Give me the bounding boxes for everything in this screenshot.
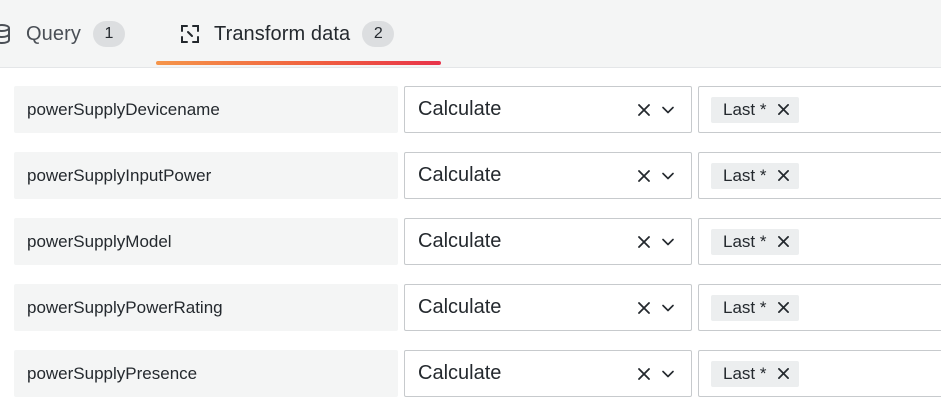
reducer-chip-label: Last * [723, 231, 767, 251]
field-name-label: powerSupplyModel [14, 218, 398, 265]
reducer-multiselect[interactable]: Last * [698, 350, 941, 397]
reducer-multiselect[interactable]: Last * [698, 86, 941, 133]
tab-bar: Query 1 Transform data 2 [0, 0, 941, 68]
reducer-chip-label: Last * [723, 363, 767, 383]
reducer-chip: Last * [711, 162, 800, 189]
transform-row: powerSupplyInputPower Calculate Last * [0, 152, 941, 218]
reducer-chip: Last * [711, 96, 800, 123]
reducer-chip: Last * [711, 360, 800, 387]
remove-chip-icon[interactable] [775, 300, 791, 316]
remove-chip-icon[interactable] [775, 102, 791, 118]
active-tab-indicator [156, 61, 441, 65]
calculation-mode-select[interactable]: Calculate [404, 218, 692, 265]
reducer-chip: Last * [711, 294, 800, 321]
remove-chip-icon[interactable] [775, 234, 791, 250]
clear-icon[interactable] [636, 168, 652, 184]
transform-rows: powerSupplyDevicename Calculate Last * p… [0, 86, 941, 405]
chevron-down-icon[interactable] [660, 234, 676, 250]
calculation-mode-select[interactable]: Calculate [404, 350, 692, 397]
reducer-chip-label: Last * [723, 297, 767, 317]
reducer-chip-label: Last * [723, 99, 767, 119]
clear-icon[interactable] [636, 300, 652, 316]
chevron-down-icon[interactable] [660, 102, 676, 118]
field-name-label: powerSupplyDevicename [14, 86, 398, 133]
field-name-label: powerSupplyPresence [14, 350, 398, 397]
clear-icon[interactable] [636, 102, 652, 118]
reducer-multiselect[interactable]: Last * [698, 284, 941, 331]
reducer-multiselect[interactable]: Last * [698, 218, 941, 265]
clear-icon[interactable] [636, 234, 652, 250]
tab-query[interactable]: Query 1 [0, 0, 125, 68]
reducer-multiselect[interactable]: Last * [698, 152, 941, 199]
transform-row: powerSupplyModel Calculate Last * [0, 218, 941, 284]
calculation-mode-select[interactable]: Calculate [404, 284, 692, 331]
tab-transform-data[interactable]: Transform data 2 [180, 0, 395, 68]
calculation-mode-select[interactable]: Calculate [404, 152, 692, 199]
field-name-label: powerSupplyPowerRating [14, 284, 398, 331]
chevron-down-icon[interactable] [660, 168, 676, 184]
transform-row: powerSupplyDevicename Calculate Last * [0, 86, 941, 152]
calculation-mode-select[interactable]: Calculate [404, 86, 692, 133]
clear-icon[interactable] [636, 366, 652, 382]
remove-chip-icon[interactable] [775, 366, 791, 382]
database-icon [0, 24, 12, 44]
chevron-down-icon[interactable] [660, 300, 676, 316]
tab-transform-data-count-badge: 2 [362, 21, 395, 47]
remove-chip-icon[interactable] [775, 168, 791, 184]
chevron-down-icon[interactable] [660, 366, 676, 382]
reducer-chip-label: Last * [723, 165, 767, 185]
tab-transform-data-label: Transform data [214, 22, 351, 45]
tab-query-count-badge: 1 [92, 21, 125, 47]
transform-icon [180, 24, 200, 44]
field-name-label: powerSupplyInputPower [14, 152, 398, 199]
tab-query-label: Query [26, 22, 81, 45]
transform-row: powerSupplyPowerRating Calculate Last * [0, 284, 941, 350]
reducer-chip: Last * [711, 228, 800, 255]
transform-row: powerSupplyPresence Calculate Last * [0, 350, 941, 405]
